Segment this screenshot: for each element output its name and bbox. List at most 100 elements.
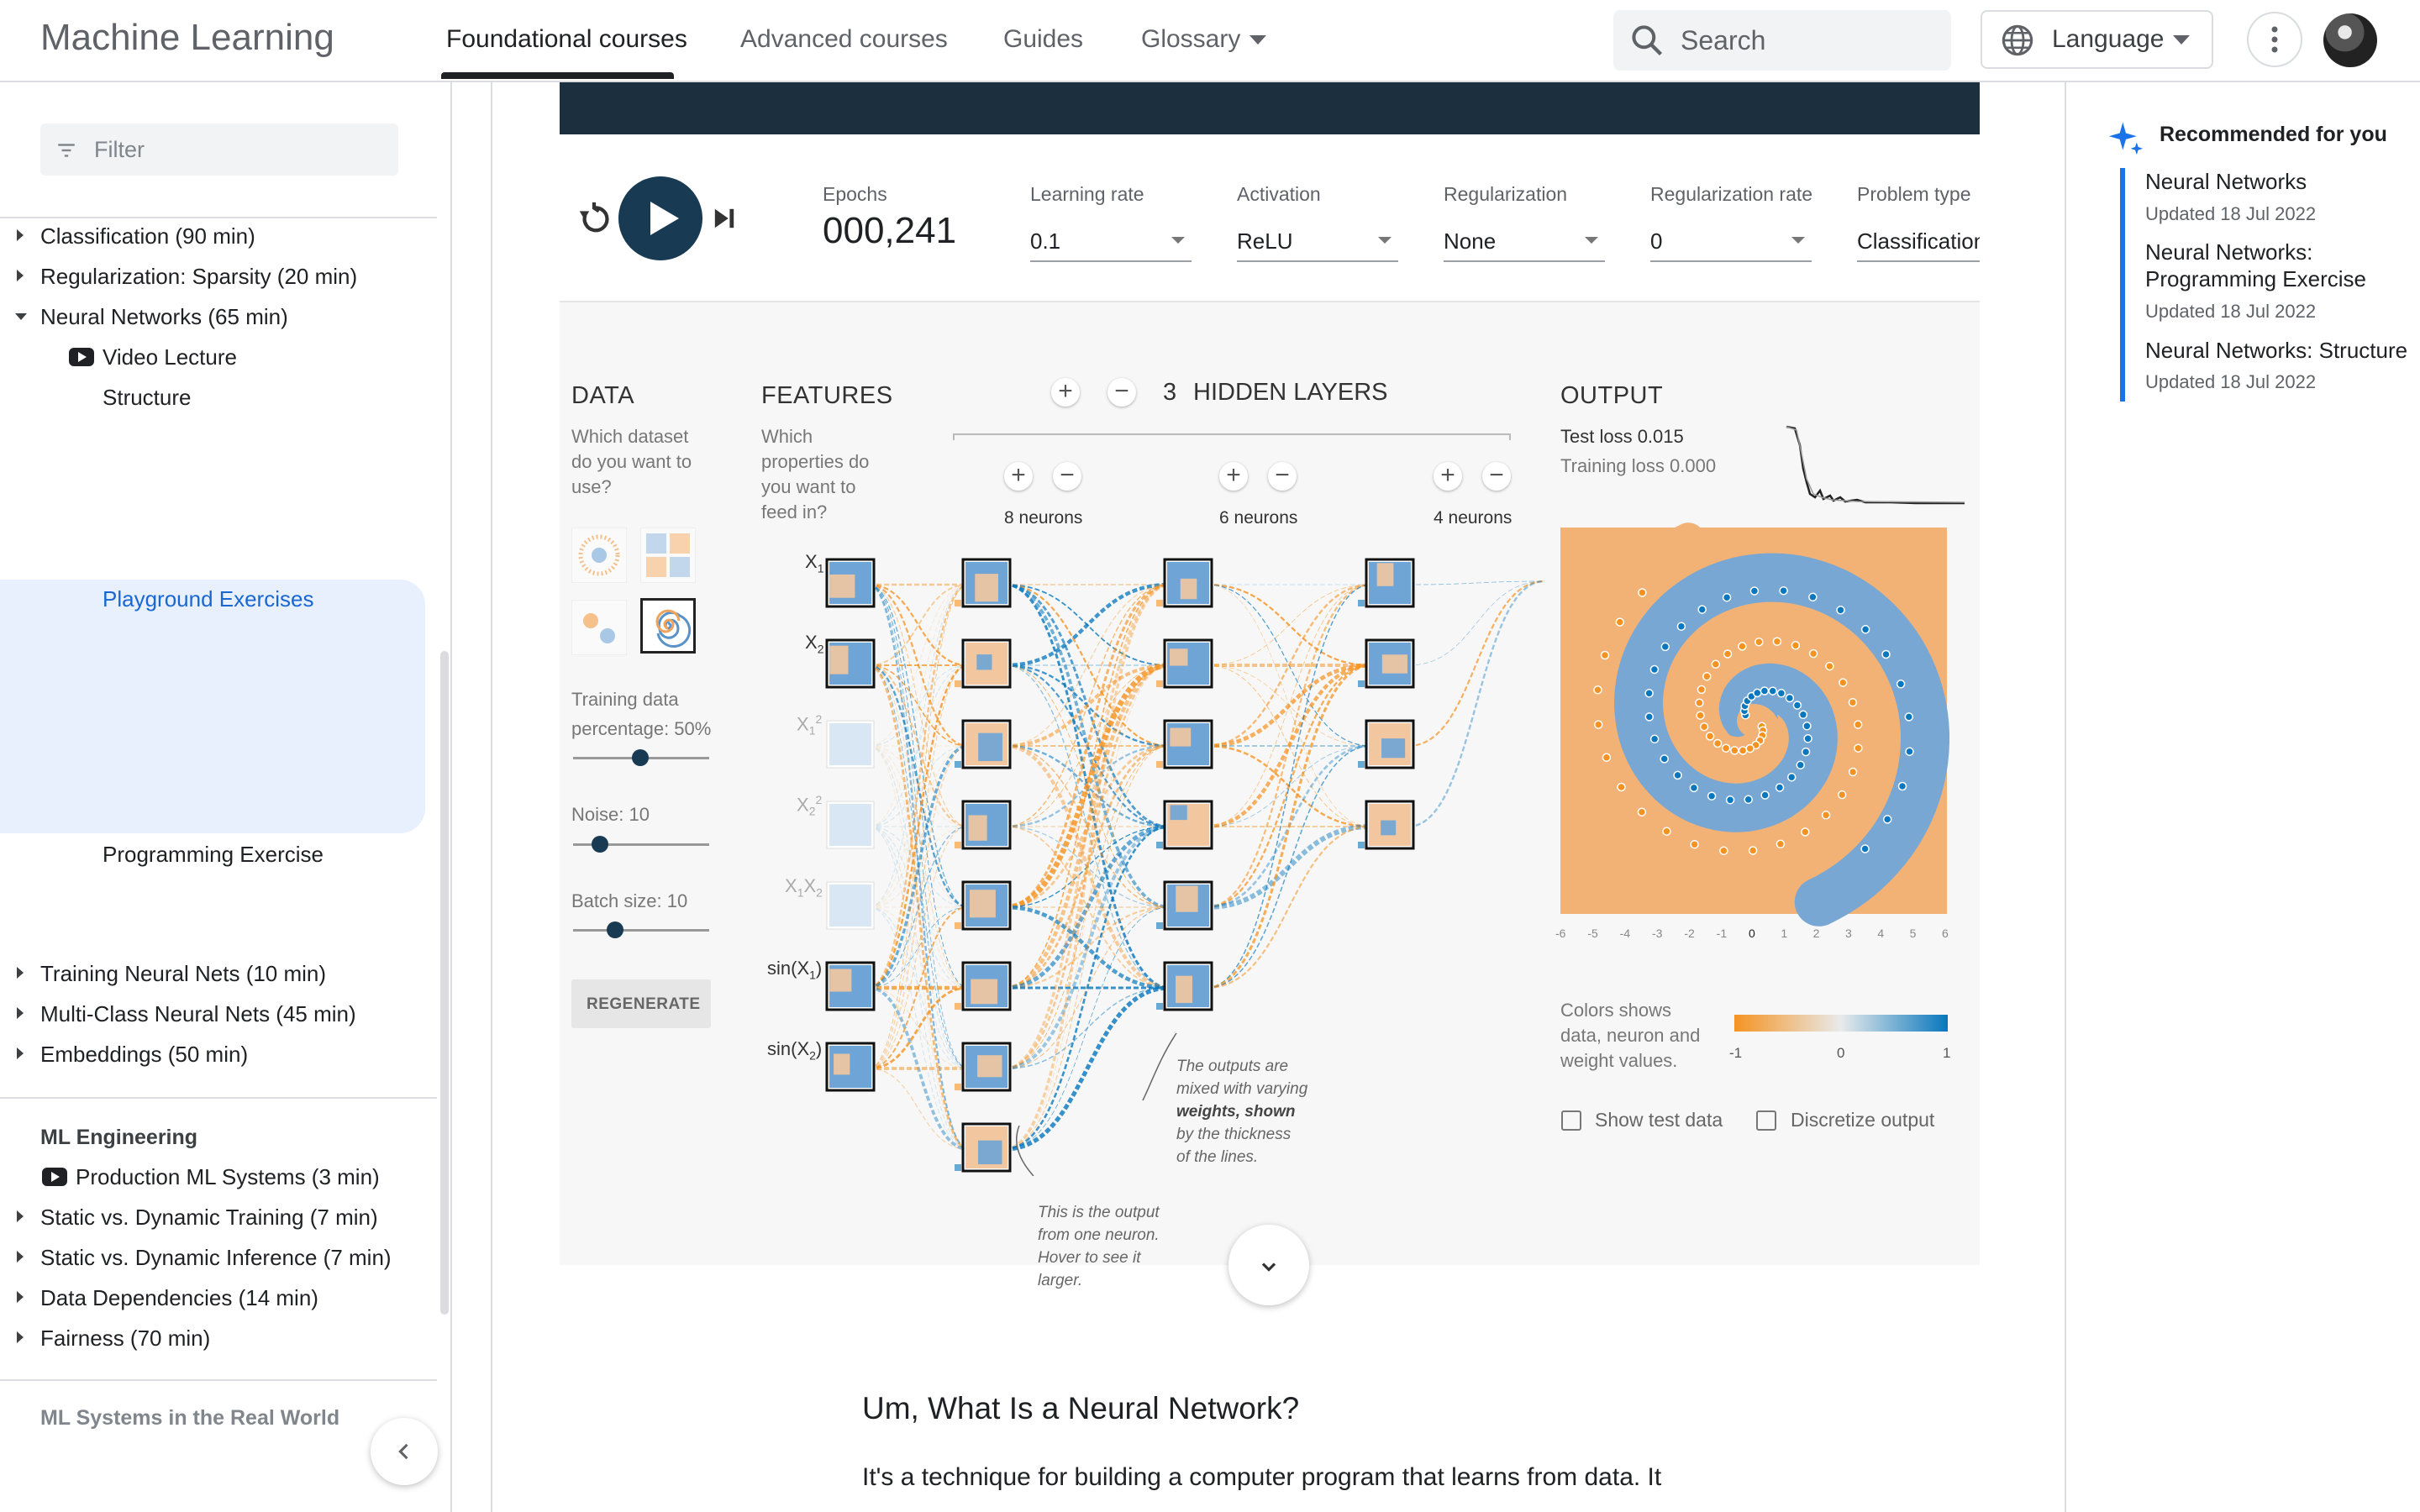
expand-arrow-icon[interactable] xyxy=(17,1047,24,1059)
sidebar-item-structure[interactable]: Structure xyxy=(103,385,192,411)
hidden-node[interactable] xyxy=(961,719,1012,769)
node-fill[interactable] xyxy=(976,654,992,670)
hidden-node[interactable] xyxy=(961,558,1012,608)
add-layer-button[interactable]: + xyxy=(1051,378,1080,407)
dataset-circle-thumbnail[interactable] xyxy=(571,528,627,583)
toc-item-structure[interactable]: Neural Networks: Structure xyxy=(2145,337,2407,364)
node-fill[interactable] xyxy=(829,885,871,927)
sidebar-item-neural-networks[interactable]: Neural Networks (65 min) xyxy=(40,304,288,330)
more-options-button[interactable] xyxy=(2247,12,2302,67)
sidebar-item-programming-exercise[interactable]: Programming Exercise xyxy=(103,842,324,868)
hidden-node[interactable] xyxy=(1365,638,1415,689)
node-fill[interactable] xyxy=(834,1053,850,1075)
node-fill[interactable] xyxy=(975,574,998,602)
tab-glossary[interactable]: Glossary xyxy=(1141,25,1240,54)
sidebar-item-static-dynamic-training[interactable]: Static vs. Dynamic Training (7 min) xyxy=(40,1205,378,1231)
feature-node[interactable] xyxy=(825,638,876,689)
sidebar-item-video-lecture[interactable]: Video Lecture xyxy=(103,344,237,370)
hidden-node[interactable] xyxy=(961,880,1012,931)
expand-arrow-icon[interactable] xyxy=(17,967,24,979)
sidebar-item-embeddings[interactable]: Embeddings (50 min) xyxy=(40,1042,248,1068)
tab-advanced-courses[interactable]: Advanced courses xyxy=(740,25,948,54)
learning-rate-select[interactable]: 0.1 xyxy=(1030,228,1060,255)
regularization-select[interactable]: None xyxy=(1444,228,1496,255)
activation-select[interactable]: ReLU xyxy=(1237,228,1292,255)
node-fill[interactable] xyxy=(977,1055,1002,1078)
node-fill[interactable] xyxy=(1381,820,1397,836)
reset-icon[interactable] xyxy=(573,200,615,239)
node-fill[interactable] xyxy=(969,890,996,918)
dataset-spiral-thumbnail[interactable] xyxy=(640,598,696,654)
regenerate-button[interactable]: REGENERATE xyxy=(571,979,711,1028)
node-fill[interactable] xyxy=(829,645,849,675)
node-fill[interactable] xyxy=(1169,648,1188,666)
hidden-node[interactable] xyxy=(1163,880,1213,931)
dropdown-arrow-icon[interactable] xyxy=(1378,237,1392,244)
training-percentage-knob[interactable] xyxy=(632,749,649,766)
tab-guides[interactable]: Guides xyxy=(1003,25,1083,54)
feature-node[interactable] xyxy=(825,1042,876,1092)
feature-node[interactable] xyxy=(826,720,875,769)
batch-size-knob[interactable] xyxy=(607,921,623,938)
sidebar-item-training-neural-nets[interactable]: Training Neural Nets (10 min) xyxy=(40,961,326,987)
hidden-node[interactable] xyxy=(961,1042,1012,1092)
feature-node[interactable] xyxy=(825,558,876,608)
sidebar-item-multi-class-neural-nets[interactable]: Multi-Class Neural Nets (45 min) xyxy=(40,1001,356,1027)
toc-item-neural-networks[interactable]: Neural Networks xyxy=(2145,168,2307,195)
node-fill[interactable] xyxy=(978,1140,1002,1165)
node-fill[interactable] xyxy=(829,574,855,598)
dataset-xor-thumbnail[interactable] xyxy=(640,528,696,583)
hidden-node[interactable] xyxy=(1365,800,1415,850)
node-fill[interactable] xyxy=(1176,975,1193,1004)
node-fill[interactable] xyxy=(1376,563,1394,586)
noise-knob[interactable] xyxy=(592,836,608,853)
expand-arrow-icon[interactable] xyxy=(17,1251,24,1263)
node-fill[interactable] xyxy=(978,732,1002,762)
sidebar-scrollbar[interactable] xyxy=(440,651,449,1315)
hidden-node[interactable] xyxy=(1163,719,1213,769)
toc-item-programming-exercise-line2[interactable]: Programming Exercise xyxy=(2145,265,2366,292)
hidden-node[interactable] xyxy=(1163,638,1213,689)
hidden-node[interactable] xyxy=(961,961,1012,1011)
node-fill[interactable] xyxy=(829,969,852,992)
sidebar-item-regularization-sparsity[interactable]: Regularization: Sparsity (20 min) xyxy=(40,264,357,290)
expand-arrow-icon[interactable] xyxy=(17,1007,24,1019)
hidden-node[interactable] xyxy=(961,638,1012,689)
batch-size-slider[interactable] xyxy=(573,929,709,932)
remove-neuron-layer1-button[interactable]: − xyxy=(1053,462,1081,491)
node-fill[interactable] xyxy=(829,804,871,846)
hidden-node[interactable] xyxy=(1365,558,1415,608)
dataset-gaussian-thumbnail[interactable] xyxy=(571,600,627,655)
node-fill[interactable] xyxy=(1170,727,1192,747)
collapse-sidebar-button[interactable] xyxy=(371,1418,438,1485)
node-fill[interactable] xyxy=(829,723,871,765)
collapse-arrow-icon[interactable] xyxy=(15,313,27,320)
output-decision-plot[interactable]: 6543210-1-2-3-4-5-6-6-5-4-3-2-10123456 xyxy=(1555,521,1949,941)
add-neuron-layer3-button[interactable]: + xyxy=(1434,462,1462,491)
sidebar-item-fairness[interactable]: Fairness (70 min) xyxy=(40,1326,210,1352)
site-brand[interactable]: Machine Learning xyxy=(40,17,334,59)
node-fill[interactable] xyxy=(1381,738,1406,759)
regularization-rate-select[interactable]: 0 xyxy=(1650,228,1662,255)
hidden-node[interactable] xyxy=(961,1122,1012,1173)
sidebar-item-production-ml-systems[interactable]: Production ML Systems (3 min) xyxy=(76,1164,380,1190)
hidden-node[interactable] xyxy=(1163,961,1213,1011)
hidden-node[interactable] xyxy=(1163,800,1213,850)
hidden-node[interactable] xyxy=(961,800,1012,850)
hidden-node[interactable] xyxy=(1163,558,1213,608)
expand-arrow-icon[interactable] xyxy=(17,1291,24,1303)
play-button[interactable] xyxy=(618,176,702,260)
remove-neuron-layer3-button[interactable]: − xyxy=(1482,462,1511,491)
expand-arrow-icon[interactable] xyxy=(17,1210,24,1222)
add-neuron-layer2-button[interactable]: + xyxy=(1219,462,1248,491)
sidebar-item-data-dependencies[interactable]: Data Dependencies (14 min) xyxy=(40,1285,318,1311)
node-fill[interactable] xyxy=(968,815,987,841)
feature-node[interactable] xyxy=(825,961,876,1011)
dropdown-arrow-icon[interactable] xyxy=(1171,237,1185,244)
sidebar-item-classification[interactable]: Classification (90 min) xyxy=(40,223,255,249)
expand-arrow-icon[interactable] xyxy=(17,270,24,281)
expand-arrow-icon[interactable] xyxy=(17,229,24,241)
sidebar-item-static-dynamic-inference[interactable]: Static vs. Dynamic Inference (7 min) xyxy=(40,1245,392,1271)
node-fill[interactable] xyxy=(1176,885,1198,912)
feature-node[interactable] xyxy=(826,801,875,849)
